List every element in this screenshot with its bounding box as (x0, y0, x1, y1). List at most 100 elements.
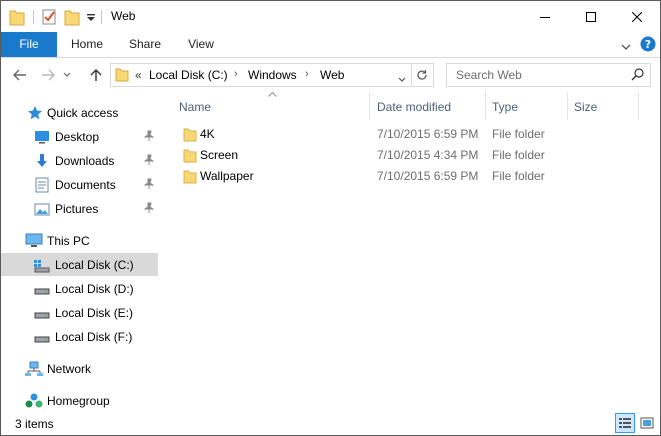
file-date: 7/10/2015 6:59 PM (377, 169, 479, 183)
quick-access-star-icon (27, 105, 43, 121)
folder-icon (183, 148, 197, 167)
column-header-name[interactable]: Name (171, 95, 369, 119)
nav-label: Local Disk (F:) (55, 330, 133, 344)
nav-downloads[interactable]: Downloads (1, 149, 158, 172)
up-arrow-icon (90, 69, 102, 81)
pictures-icon (34, 201, 50, 217)
back-button[interactable] (11, 66, 29, 84)
nav-label: Local Disk (D:) (55, 282, 134, 296)
svg-text:?: ? (645, 38, 651, 51)
nav-label: Local Disk (E:) (55, 306, 134, 320)
nav-drive-d[interactable]: Local Disk (D:) (1, 277, 158, 300)
file-date: 7/10/2015 4:34 PM (377, 148, 479, 162)
nav-quick-access[interactable]: Quick access (1, 101, 158, 124)
column-divider[interactable] (638, 92, 639, 120)
column-label: Name (179, 100, 212, 114)
pin-icon[interactable] (143, 130, 155, 145)
recent-locations-button[interactable] (61, 66, 73, 84)
table-row[interactable]: 4K 7/10/2015 6:59 PM File folder (171, 124, 660, 145)
status-bar: 3 items (1, 411, 660, 435)
customize-quick-access-icon[interactable] (86, 12, 96, 30)
pin-icon[interactable] (143, 178, 155, 193)
minimize-icon (540, 16, 550, 18)
folder-icon (115, 66, 129, 85)
breadcrumb-chevron-icon[interactable]: › (305, 68, 309, 80)
nav-label: Pictures (55, 202, 99, 216)
search-icon[interactable] (631, 68, 644, 84)
nav-label: Documents (55, 178, 116, 192)
drive-icon (34, 305, 50, 321)
nav-drive-e[interactable]: Local Disk (E:) (1, 301, 158, 324)
tab-share[interactable]: Share (121, 32, 169, 57)
column-header-type[interactable]: Type (486, 95, 567, 119)
large-icons-view-icon (640, 417, 654, 429)
refresh-button[interactable] (411, 63, 434, 87)
nav-label: Homegroup (47, 394, 110, 408)
search-input[interactable]: Search Web (456, 68, 522, 82)
forward-button[interactable] (39, 66, 57, 84)
forward-arrow-icon (42, 69, 55, 81)
address-bar[interactable]: « Local Disk (C:) › Windows › Web (110, 63, 412, 87)
column-header-date[interactable]: Date modified (370, 95, 485, 119)
column-header-size[interactable]: Size (568, 95, 638, 119)
system-drive-icon (34, 257, 50, 273)
nav-homegroup[interactable]: Homegroup (1, 389, 158, 412)
downloads-icon (34, 153, 50, 169)
file-name: Screen (200, 148, 239, 162)
nav-label: Local Disk (C:) (55, 258, 134, 272)
back-arrow-icon (13, 69, 26, 81)
file-list: Name Date modified Type Size 4K 7/10/201… (171, 91, 660, 410)
navigation-pane: Quick access Desktop Downloads Documents (1, 92, 158, 410)
new-folder-icon[interactable] (64, 8, 80, 26)
nav-pictures[interactable]: Pictures (1, 197, 158, 220)
tab-view[interactable]: View (178, 32, 224, 57)
help-icon[interactable]: ? (640, 36, 656, 55)
refresh-icon (417, 70, 427, 80)
nav-label: Downloads (55, 154, 115, 168)
maximize-icon (586, 11, 596, 22)
table-row[interactable]: Wallpaper 7/10/2015 6:59 PM File folder (171, 166, 660, 187)
close-button[interactable] (614, 1, 660, 32)
network-icon (25, 361, 43, 377)
close-icon (632, 11, 642, 22)
this-pc-icon (25, 233, 43, 249)
breadcrumb-chevron-icon[interactable]: › (234, 68, 238, 80)
folder-icon (9, 8, 25, 26)
documents-icon (34, 177, 50, 193)
nav-drive-f[interactable]: Local Disk (F:) (1, 325, 158, 348)
up-button[interactable] (87, 66, 105, 84)
file-name: Wallpaper (200, 169, 254, 183)
breadcrumb-windows[interactable]: Windows (248, 68, 297, 82)
file-type: File folder (492, 169, 545, 183)
window-title: Web (111, 9, 136, 23)
nav-drive-c[interactable]: Local Disk (C:) (1, 253, 158, 276)
table-row[interactable]: Screen 7/10/2015 4:34 PM File folder (171, 145, 660, 166)
nav-desktop[interactable]: Desktop (1, 125, 158, 148)
large-icons-view-button[interactable] (637, 413, 657, 433)
address-dropdown-icon[interactable] (398, 72, 406, 86)
maximize-button[interactable] (568, 1, 614, 32)
nav-this-pc[interactable]: This PC (1, 229, 158, 252)
address-overflow[interactable]: « (135, 68, 142, 82)
properties-icon[interactable] (41, 8, 57, 26)
tab-file[interactable]: File (1, 32, 57, 57)
tab-home[interactable]: Home (61, 32, 113, 57)
drive-icon (34, 329, 50, 345)
column-label: Type (492, 100, 519, 114)
navigation-bar: « Local Disk (C:) › Windows › Web Search… (1, 58, 660, 92)
file-name: 4K (200, 127, 215, 141)
pin-icon[interactable] (143, 202, 155, 217)
expand-ribbon-icon[interactable] (621, 40, 631, 54)
column-label: Size (574, 100, 598, 114)
nav-network[interactable]: Network (1, 357, 158, 380)
search-box[interactable]: Search Web (446, 63, 651, 87)
folder-icon (183, 169, 197, 188)
minimize-button[interactable] (522, 1, 568, 32)
nav-label: Desktop (55, 130, 100, 144)
pin-icon[interactable] (143, 154, 155, 169)
nav-documents[interactable]: Documents (1, 173, 158, 196)
breadcrumb-local-disk-c[interactable]: Local Disk (C:) (149, 68, 228, 82)
title-bar: Web (1, 1, 660, 32)
breadcrumb-web[interactable]: Web (320, 68, 344, 82)
details-view-button[interactable] (615, 413, 635, 433)
